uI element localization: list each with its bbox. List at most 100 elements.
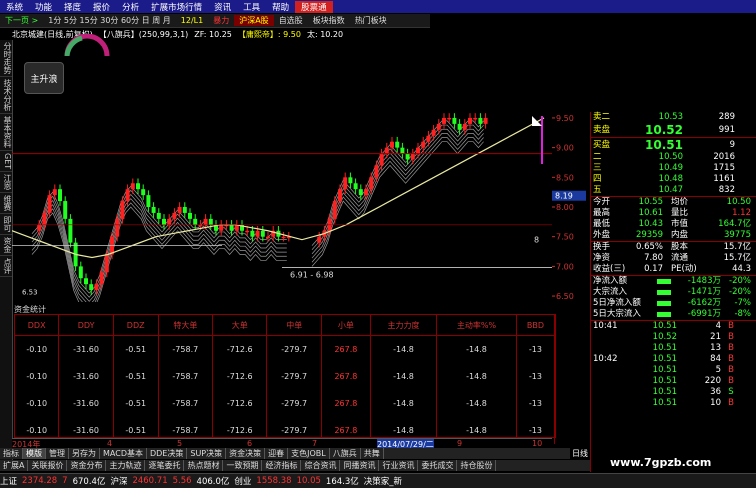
extension-tab[interactable]: 行业资讯 [379, 460, 419, 471]
stats-cell: -758.7 [158, 390, 214, 417]
flow-value: -1483万 [687, 276, 721, 286]
toolbar-button[interactable]: 热门板块 [350, 15, 392, 26]
candle-body [78, 266, 83, 279]
quote-value: 39775 [723, 230, 751, 240]
buy-volume: 2016 [713, 152, 735, 162]
toolbar-button[interactable]: 沪深A股 [234, 15, 274, 26]
menu-item[interactable]: 帮助 [266, 1, 295, 13]
indicator-tab[interactable]: 另存为 [69, 448, 100, 459]
indicator-tab[interactable]: 迎春 [265, 448, 289, 459]
stats-header: 大单 [212, 315, 268, 336]
stats-cell: 267.8 [321, 335, 371, 363]
indicator-tab[interactable]: 资金决策 [226, 448, 266, 459]
candle-body [332, 201, 337, 219]
extension-tab[interactable]: 主力轨迹 [106, 460, 146, 471]
candle-body [167, 218, 172, 225]
left-tab[interactable]: 点评 [0, 256, 12, 278]
kc-value: 【庸熙帝】: 9.50 [237, 29, 301, 39]
extension-tab[interactable]: 资金分布 [67, 460, 107, 471]
quote-row: 换手 0.65% 股本 15.7亿 [591, 242, 756, 253]
left-tab[interactable]: 资金 [0, 235, 12, 257]
menu-item[interactable]: 系统 [0, 1, 29, 13]
menu-item[interactable]: 工具 [237, 1, 266, 13]
extension-tab[interactable]: 同播资讯 [340, 460, 380, 471]
extension-tab[interactable]: 经济指标 [262, 460, 302, 471]
stats-cell: -758.7 [158, 335, 214, 363]
extension-tab[interactable]: 委托成交 [418, 460, 458, 471]
indicator-tab[interactable]: 共舞 [361, 448, 384, 459]
menu-item[interactable]: 股票通 [295, 0, 333, 13]
extension-tab[interactable]: 综合资讯 [301, 460, 341, 471]
extension-tab[interactable]: 热点题材 [184, 460, 224, 471]
candle-body [208, 218, 213, 225]
candle-body [384, 147, 389, 154]
price-tick: 8.50 [556, 173, 574, 182]
tick-row: 10.51 10 B [591, 398, 756, 409]
menu-item[interactable]: 择度 [58, 1, 87, 13]
quote-value: 0.17 [644, 264, 663, 274]
stats-cell: -14.8 [436, 335, 517, 363]
indicator-tab[interactable]: SUP决策 [187, 448, 227, 459]
left-tab[interactable]: 即可 [0, 214, 12, 236]
buy-row: 二 10.50 2016 [591, 152, 756, 163]
extension-tab[interactable]: 逐笔委托 [145, 460, 185, 471]
left-tab[interactable]: 分时走势 [0, 40, 12, 77]
menu-item[interactable]: 分析 [116, 1, 145, 13]
indicator-tab[interactable]: 支色JOBL [288, 448, 330, 459]
toolbar-button[interactable]: 1分 5分 15分 30分 60分 日 周 月 [43, 15, 176, 26]
left-tab[interactable]: GET [0, 151, 12, 173]
candle-body [188, 212, 192, 219]
flow-value: -1471万 [687, 287, 721, 297]
stats-header: DDX [15, 315, 60, 336]
toolbar-button[interactable]: 自选股 [274, 15, 308, 26]
left-tab[interactable]: 技术分析 [0, 77, 12, 114]
quote-value: 1.12 [732, 208, 751, 218]
toolbar-button[interactable]: 下一页 > [0, 15, 43, 26]
indicator-tab[interactable]: MACD基本 [100, 448, 147, 459]
menu-item[interactable]: 报价 [87, 1, 116, 13]
candle-body [473, 117, 478, 120]
buy-volume: 9 [729, 140, 735, 150]
stats-header: 小单 [321, 315, 371, 336]
toolbar-button[interactable]: 板块指数 [308, 15, 350, 26]
left-tab[interactable]: 维赛 [0, 193, 12, 215]
candle-body [250, 230, 255, 237]
indicator-tab[interactable]: 指标 [0, 448, 23, 459]
indicator-tab[interactable]: DDE决策 [147, 448, 188, 459]
stats-cell: -279.7 [266, 363, 322, 390]
buy-volume: 1161 [713, 174, 735, 184]
table-row: -0.10 -31.60 -0.51 -758.7 -712.6 -279.7 267.8-… [15, 335, 556, 363]
left-tab[interactable]: 江恩 [0, 172, 12, 194]
tick-side: B [728, 343, 734, 353]
menu-item[interactable]: 扩展市场行情 [145, 1, 208, 13]
stats-cell: -0.51 [113, 363, 159, 390]
buy-price: 10.48 [658, 174, 683, 184]
indicator-name[interactable]: 【八旗兵】(250,99,3,1) [99, 29, 189, 40]
candle-body [390, 141, 394, 148]
indicator-tab[interactable]: 八旗兵 [330, 448, 361, 459]
flow-label: 净流入额 [593, 276, 628, 286]
toolbar-button[interactable]: 12/L1 [176, 16, 208, 25]
extension-tab[interactable]: 扩展A [0, 460, 29, 471]
candle-body [136, 183, 140, 190]
tick-price: 10.51 [652, 365, 677, 375]
quote-key: 净资 [593, 253, 611, 263]
extension-tab[interactable]: 关联报价 [28, 460, 68, 471]
candle-body [395, 141, 400, 148]
menu-item[interactable]: 资讯 [208, 1, 237, 13]
toolbar-button[interactable]: 暴力 [208, 15, 234, 26]
stats-cell: -712.6 [212, 335, 268, 363]
indicator-tab[interactable]: 管理 [46, 448, 69, 459]
left-tab[interactable]: 基本资料 [0, 114, 12, 151]
tick-row: 10.51 36 S [591, 387, 756, 398]
arrow-icon [532, 116, 542, 126]
indicator-tab[interactable]: 模版 [23, 448, 46, 459]
flow-pct: -7% [734, 298, 751, 308]
extension-tab[interactable]: 一致预期 [223, 460, 263, 471]
extension-tab[interactable]: 持仓股份 [457, 460, 497, 471]
flow-label: 5日大宗流入 [593, 309, 641, 319]
menu-item[interactable]: 功能 [29, 1, 58, 13]
candle-body [162, 218, 166, 225]
quote-key: 股本 [671, 242, 689, 252]
candlestick-chart[interactable]: 6.91 - 6.98 6.53 8 [12, 112, 552, 302]
